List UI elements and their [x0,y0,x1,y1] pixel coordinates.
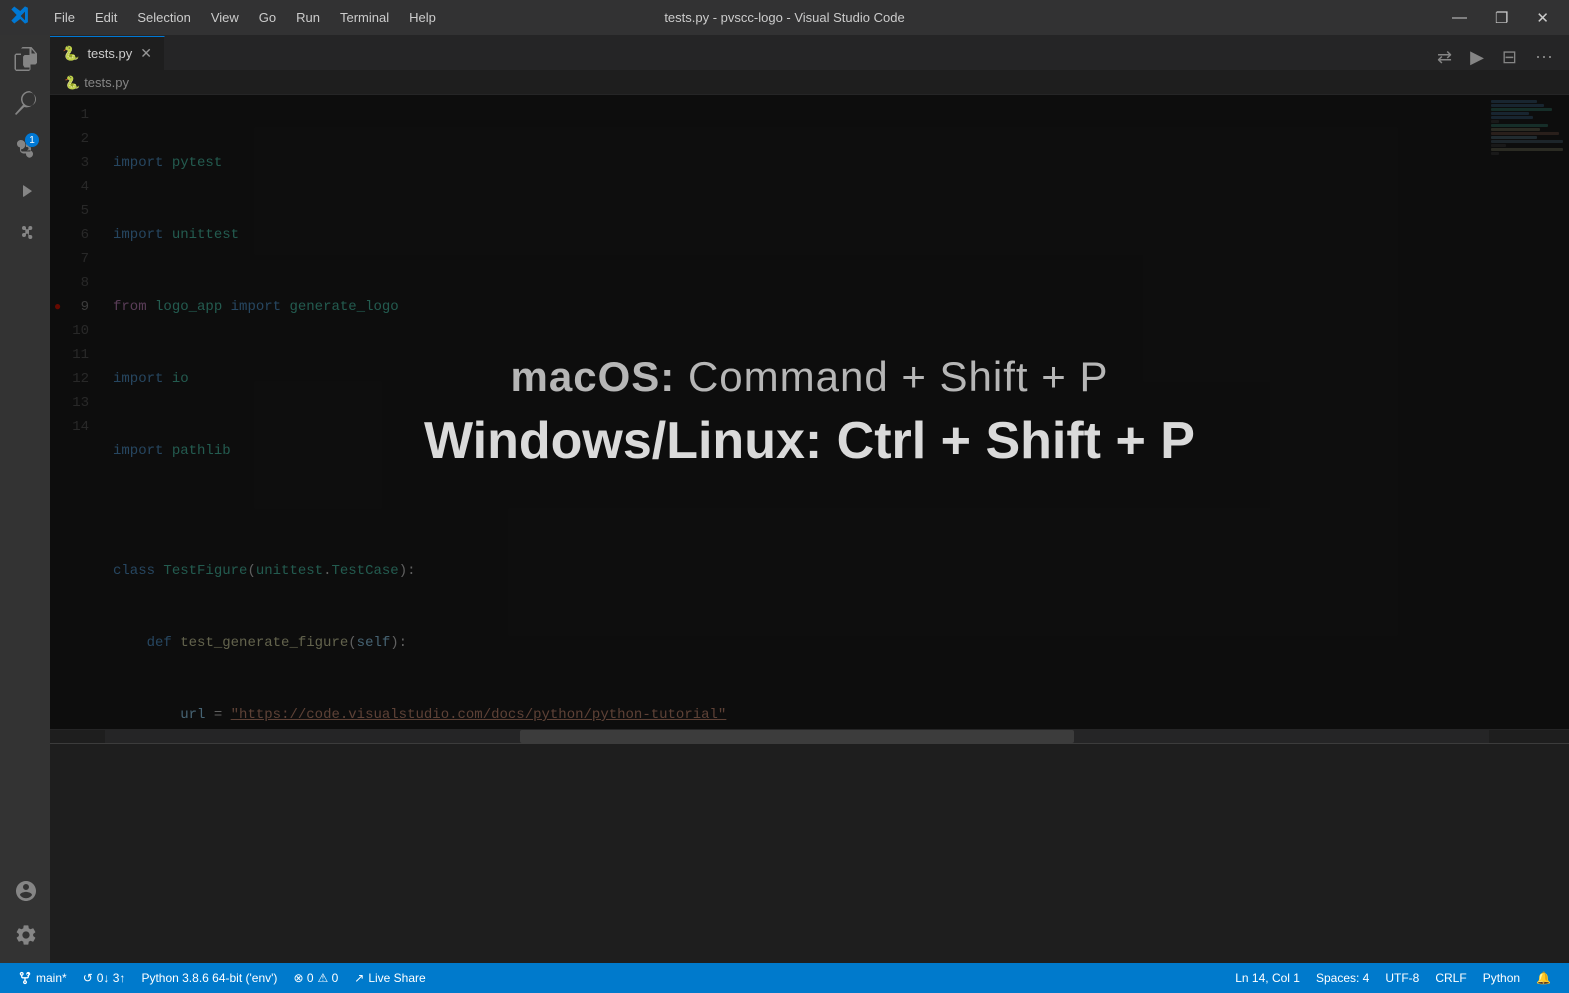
liveshare-icon: ↗ [354,971,364,985]
titlebar-menu: File Edit Selection View Go Run Terminal… [46,8,444,27]
errors-status[interactable]: ⊗ 0 ⚠ 0 [285,963,346,993]
sync-icon: ↺ [83,971,93,985]
scrollbar-thumb[interactable] [520,730,1074,743]
language-status[interactable]: Python [1475,971,1528,985]
python-env-text: Python 3.8.6 64-bit ('env') [141,971,277,985]
sync-status[interactable]: ↺ 0↓ 3↑ [75,963,134,993]
tab-tests-py[interactable]: 🐍 tests.py ✕ [50,36,165,70]
spaces-status[interactable]: Spaces: 4 [1308,971,1377,985]
liveshare-status[interactable]: ↗ Live Share [346,963,433,993]
menu-edit[interactable]: Edit [87,8,125,27]
code-line-4: import io [105,367,1489,391]
ln-col-status[interactable]: Ln 14, Col 1 [1227,971,1308,985]
code-line-2: import unittest [105,223,1489,247]
line-numbers: 1 2 3 4 5 6 7 8 9 10 11 12 13 14 [50,95,105,729]
status-right: Ln 14, Col 1 Spaces: 4 UTF-8 CRLF Python… [1227,971,1559,985]
spaces-text: Spaces: 4 [1316,971,1369,985]
menu-run[interactable]: Run [288,8,328,27]
split-editor-icon[interactable]: ⊟ [1496,45,1523,70]
titlebar-left: File Edit Selection View Go Run Terminal… [10,5,444,31]
activity-bottom [5,871,45,963]
main-layout: 1 [0,35,1569,963]
search-icon[interactable] [5,83,45,123]
menu-terminal[interactable]: Terminal [332,8,397,27]
explorer-icon[interactable] [5,39,45,79]
titlebar-title: tests.py - pvscc-logo - Visual Studio Co… [664,10,904,25]
status-bar: main* ↺ 0↓ 3↑ Python 3.8.6 64-bit ('env'… [0,963,1569,993]
code-line-3: from logo_app import generate_logo [105,295,1489,319]
encoding-text: UTF-8 [1385,971,1419,985]
horizontal-scrollbar[interactable] [50,729,1569,743]
eol-status[interactable]: CRLF [1427,971,1474,985]
terminal-panel [50,743,1569,963]
titlebar-controls: — ❐ ✕ [1442,5,1559,31]
extensions-icon[interactable] [5,215,45,255]
errors-text: ⊗ 0 [293,971,313,985]
notification-status[interactable]: 🔔 [1528,971,1559,985]
menu-selection[interactable]: Selection [129,8,198,27]
code-line-8: def test_generate_figure(self): [105,631,1489,655]
tab-close-button[interactable]: ✕ [140,45,152,62]
python-file-icon: 🐍 [62,45,79,62]
liveshare-text: Live Share [368,971,425,985]
vscode-logo-icon [10,5,30,31]
warnings-text: ⚠ 0 [318,971,339,985]
minimap [1489,95,1569,729]
python-env-status[interactable]: Python 3.8.6 64-bit ('env') [133,963,285,993]
code-content[interactable]: import pytest import unittest from logo_… [105,95,1489,729]
tab-label: tests.py [87,46,132,61]
source-control-badge: 1 [25,133,39,147]
menu-help[interactable]: Help [401,8,444,27]
branch-status[interactable]: main* [10,963,75,993]
ln-col-text: Ln 14, Col 1 [1235,971,1300,985]
code-line-1: import pytest [105,151,1489,175]
compare-icon[interactable]: ⇄ [1431,45,1458,70]
code-line-7: class TestFigure(unittest.TestCase): [105,559,1489,583]
language-text: Python [1483,971,1520,985]
run-debug-icon[interactable] [5,171,45,211]
more-actions-icon[interactable]: ⋯ [1529,45,1559,70]
tab-bar-actions: ⇄ ▶ ⊟ ⋯ [1431,45,1569,70]
scrollbar-track [105,730,1489,743]
sync-text: 0↓ 3↑ [97,971,126,985]
code-line-5: import pathlib [105,439,1489,463]
menu-file[interactable]: File [46,8,83,27]
eol-text: CRLF [1435,971,1466,985]
notification-icon: 🔔 [1536,971,1551,985]
settings-icon[interactable] [5,915,45,955]
activity-bar: 1 [0,35,50,963]
minimize-button[interactable]: — [1442,5,1477,30]
breadcrumb-file-icon: 🐍 [64,75,80,91]
breadcrumb: 🐍 tests.py [50,71,1569,95]
minimap-content [1489,95,1569,160]
maximize-button[interactable]: ❐ [1485,5,1518,31]
source-control-icon[interactable]: 1 [5,127,45,167]
code-editor[interactable]: 1 2 3 4 5 6 7 8 9 10 11 12 13 14 import … [50,95,1569,729]
menu-go[interactable]: Go [251,8,284,27]
run-file-icon[interactable]: ▶ [1464,45,1490,70]
editor-area: 🐍 tests.py ✕ ⇄ ▶ ⊟ ⋯ 🐍 tests.py 1 2 3 4 [50,35,1569,963]
code-line-9: url = "https://code.visualstudio.com/doc… [105,703,1489,727]
account-icon[interactable] [5,871,45,911]
titlebar: File Edit Selection View Go Run Terminal… [0,0,1569,35]
menu-view[interactable]: View [203,8,247,27]
breadcrumb-filename[interactable]: tests.py [84,75,129,90]
tab-bar: 🐍 tests.py ✕ ⇄ ▶ ⊟ ⋯ [50,35,1569,71]
branch-name: main* [36,971,67,985]
encoding-status[interactable]: UTF-8 [1377,971,1427,985]
close-button[interactable]: ✕ [1526,5,1559,31]
